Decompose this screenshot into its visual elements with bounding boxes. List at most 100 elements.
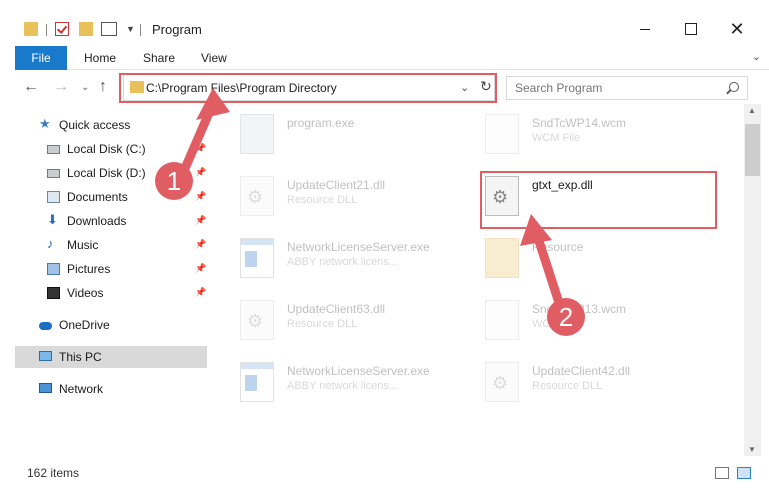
search-box[interactable] xyxy=(506,76,748,100)
vertical-scrollbar[interactable]: ▲ ▼ xyxy=(744,104,761,456)
step-2-badge: 2 xyxy=(547,298,585,336)
sidebar-item-local-disk-c[interactable]: Local Disk (C:) 📌 xyxy=(15,138,207,160)
forward-arrow-icon[interactable]: → xyxy=(53,78,69,96)
customize-toolbar-icon[interactable]: ▼ xyxy=(126,24,135,34)
properties-check-icon[interactable] xyxy=(55,22,69,36)
sidebar-item-label: OneDrive xyxy=(59,318,110,332)
wcm-icon xyxy=(485,114,519,154)
sidebar-item-label: Documents xyxy=(67,190,128,204)
file-name: program.exe xyxy=(287,116,355,130)
cloud-icon xyxy=(39,322,52,330)
file-item[interactable]: program.exe xyxy=(225,104,465,160)
up-arrow-icon[interactable]: ↑ xyxy=(99,78,107,96)
window-title: Program xyxy=(152,22,202,37)
file-type: Resource DLL xyxy=(287,318,358,330)
pin-icon[interactable]: 📌 xyxy=(195,239,206,250)
file-item[interactable]: UpdateClient21.dll Resource DLL xyxy=(225,166,465,222)
file-type: ABBY network licens... xyxy=(287,256,399,268)
pin-icon[interactable]: 📌 xyxy=(195,143,206,154)
pin-icon[interactable]: 📌 xyxy=(195,287,206,298)
sidebar-item-label: Local Disk (D:) xyxy=(67,166,146,180)
disk-icon xyxy=(47,145,60,154)
pin-icon[interactable]: 📌 xyxy=(195,191,206,202)
tab-file[interactable]: File xyxy=(15,46,67,70)
sidebar-item-label: Videos xyxy=(67,286,104,300)
download-icon: ⬇ xyxy=(47,212,58,227)
app-icon xyxy=(240,238,274,278)
sidebar-item-this-pc[interactable]: This PC xyxy=(15,346,207,368)
file-name: NetworkLicenseServer.exe xyxy=(287,240,430,254)
maximize-button[interactable] xyxy=(668,15,714,43)
pin-icon[interactable]: 📌 xyxy=(195,263,206,274)
scroll-up-icon[interactable]: ▲ xyxy=(748,106,756,115)
divider xyxy=(140,24,141,36)
ribbon-tabs: File Home Share View ⌄ xyxy=(15,46,769,70)
file-item[interactable]: UpdateClient42.dll Resource DLL xyxy=(470,352,710,408)
item-count: 162 items xyxy=(27,466,80,480)
app-icon xyxy=(240,362,274,402)
minimize-button[interactable] xyxy=(622,15,668,43)
title-bar: ▼ Program ✕ xyxy=(0,0,769,44)
sidebar-item-pictures[interactable]: Pictures 📌 xyxy=(15,258,207,280)
tab-share[interactable]: Share xyxy=(143,51,175,65)
folder-icon xyxy=(24,22,38,36)
sidebar-item-label: Downloads xyxy=(67,214,127,228)
scroll-down-icon[interactable]: ▼ xyxy=(748,445,756,454)
new-folder-icon[interactable] xyxy=(79,22,93,36)
pin-icon[interactable]: 📌 xyxy=(195,167,206,178)
sidebar-item-network[interactable]: Network xyxy=(15,378,207,400)
sidebar-item-label: This PC xyxy=(59,350,102,364)
documents-icon xyxy=(47,191,60,203)
back-arrow-icon[interactable]: ← xyxy=(23,78,39,96)
search-icon[interactable] xyxy=(729,82,739,92)
search-input[interactable] xyxy=(515,81,715,95)
sidebar-item-downloads[interactable]: ⬇ Downloads 📌 xyxy=(15,210,207,232)
close-button[interactable]: ✕ xyxy=(714,15,760,43)
tab-view[interactable]: View xyxy=(201,51,227,65)
network-icon xyxy=(39,383,52,393)
file-type: Resource DLL xyxy=(287,194,358,206)
file-name: UpdateClient21.dll xyxy=(287,178,386,192)
sidebar-item-label: Network xyxy=(59,382,104,396)
file-name: UpdateClient63.dll xyxy=(287,302,386,316)
sidebar-item-quick-access[interactable]: ★ Quick access xyxy=(15,114,207,136)
sidebar-item-onedrive[interactable]: OneDrive xyxy=(15,314,207,336)
dll-icon xyxy=(485,362,519,402)
music-icon: ♪ xyxy=(47,236,54,251)
file-item[interactable]: NetworkLicenseServer.exe ABBY network li… xyxy=(225,228,465,284)
sidebar-item-label: Pictures xyxy=(67,262,111,276)
tab-home[interactable]: Home xyxy=(84,51,116,65)
file-item[interactable]: UpdateClient63.dll Resource DLL xyxy=(225,290,465,346)
file-type: Resource DLL xyxy=(532,380,603,392)
address-highlight-box xyxy=(119,73,497,103)
exe-icon xyxy=(240,114,274,154)
file-name: Resource xyxy=(532,240,584,254)
file-item[interactable]: SndTcWP13.wcm WCM File xyxy=(470,290,710,346)
file-list: program.exe SndTcWP14.wcm WCM File Updat… xyxy=(215,104,743,456)
tiles-view-icon[interactable] xyxy=(737,467,751,479)
sidebar-item-label: Music xyxy=(67,238,99,252)
file-item[interactable]: NetworkLicenseServer.exe ABBY network li… xyxy=(225,352,465,408)
sidebar-item-label: Local Disk (C:) xyxy=(67,142,146,156)
folder-item[interactable]: Resource xyxy=(470,228,710,284)
disk-icon xyxy=(47,169,60,178)
divider xyxy=(46,24,47,36)
expand-ribbon-chevron-icon[interactable]: ⌄ xyxy=(752,50,761,63)
sidebar-item-label: Quick access xyxy=(59,118,131,132)
scrollbar-thumb[interactable] xyxy=(745,124,760,176)
dll-icon xyxy=(240,176,274,216)
pin-icon[interactable]: 📌 xyxy=(195,215,206,226)
status-bar: 162 items xyxy=(15,460,769,486)
dll-icon xyxy=(240,300,274,340)
pictures-icon xyxy=(47,263,60,275)
file-name: UpdateClient42.dll xyxy=(532,364,631,378)
quick-access-toolbar-icon[interactable] xyxy=(101,22,117,36)
videos-icon xyxy=(47,287,60,299)
details-view-icon[interactable] xyxy=(715,467,729,479)
file-name: NetworkLicenseServer.exe xyxy=(287,364,430,378)
star-icon: ★ xyxy=(39,116,51,131)
recent-locations-chevron-icon[interactable]: ⌄ xyxy=(81,82,89,93)
file-item[interactable]: SndTcWP14.wcm WCM File xyxy=(470,104,710,160)
sidebar-item-music[interactable]: ♪ Music 📌 xyxy=(15,234,207,256)
sidebar-item-videos[interactable]: Videos 📌 xyxy=(15,282,207,304)
